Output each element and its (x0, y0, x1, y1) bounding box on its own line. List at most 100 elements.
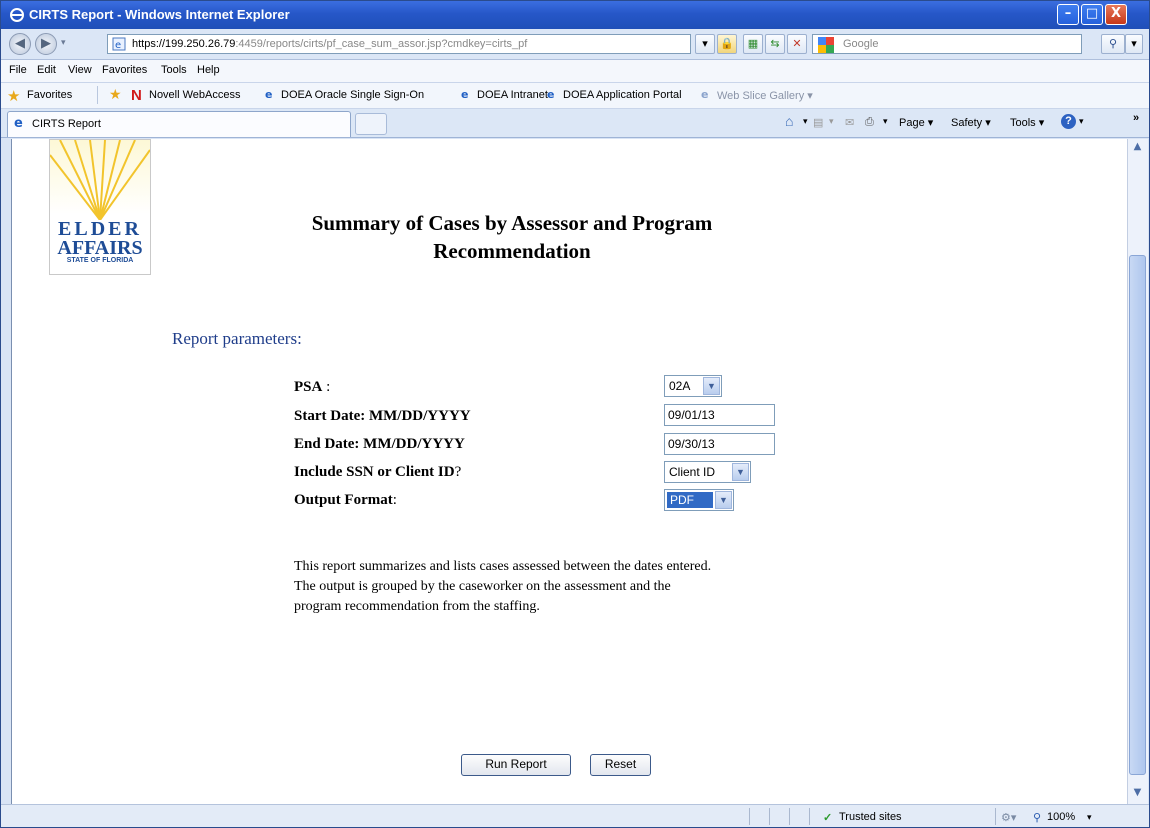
page-title-line2: Recommendation (433, 239, 591, 263)
vertical-scrollbar[interactable]: ▲ ▼ (1127, 139, 1148, 804)
page-content: ELDER AFFAIRS STATE OF FLORIDA Summary o… (11, 139, 1127, 804)
psa-label-text: PSA (294, 379, 323, 395)
minimize-button[interactable]: – (1057, 4, 1079, 25)
safety-menu[interactable]: Safety ▾ (951, 116, 991, 129)
favorite-doea-intranet[interactable]: DOEA Intranet (477, 89, 548, 101)
status-separator (995, 808, 996, 825)
security-zone[interactable]: Trusted sites (839, 811, 902, 823)
ssn-or-client-id-select[interactable]: Client ID ▼ (664, 461, 751, 483)
scrollbar-thumb[interactable] (1129, 255, 1146, 775)
stop-icon: ✕ (792, 37, 802, 50)
svg-text:e: e (115, 40, 121, 51)
page-menu[interactable]: Page ▾ (899, 116, 933, 129)
favorite-doea-application-portal[interactable]: DOEA Application Portal (563, 89, 682, 101)
zoom-level[interactable]: 100% (1047, 811, 1075, 823)
compatibility-icon: ▦ (747, 37, 759, 50)
address-field[interactable]: e https://199.250.26.79:4459/reports/cir… (107, 34, 691, 54)
description-line: The output is grouped by the caseworker … (294, 579, 671, 594)
close-icon: X (1110, 6, 1122, 21)
run-report-button[interactable]: Run Report (461, 754, 571, 776)
tab-label: CIRTS Report (32, 118, 101, 130)
title-bar: CIRTS Report - Windows Internet Explorer… (1, 1, 1149, 29)
back-button[interactable]: ◀ (9, 33, 31, 55)
tools-menu[interactable]: Tools ▾ (1010, 116, 1044, 129)
close-button[interactable]: X (1105, 4, 1127, 25)
output-format-select[interactable]: PDF ▼ (664, 489, 734, 511)
favorite-web-slice-gallery[interactable]: Web Slice Gallery ▾ (717, 89, 813, 102)
novell-icon: N (131, 87, 142, 104)
compatibility-view-button[interactable]: ▦ (743, 34, 763, 54)
menu-tools[interactable]: Tools (161, 64, 187, 76)
ssn-or-client-id-value: Client ID (669, 465, 716, 479)
help-dropdown[interactable]: ▾ (1079, 116, 1084, 127)
psa-value: 02A (669, 379, 691, 393)
menu-file[interactable]: File (9, 64, 27, 76)
logo-line-state: STATE OF FLORIDA (66, 257, 134, 264)
search-button[interactable]: ⚲ (1101, 34, 1125, 54)
menu-edit[interactable]: Edit (37, 64, 56, 76)
forward-button[interactable]: ▶ (35, 33, 57, 55)
address-dropdown-button[interactable]: ▾ (695, 34, 715, 54)
search-options-button[interactable]: ▾ (1125, 34, 1143, 54)
print-dropdown[interactable]: ▾ (883, 116, 888, 127)
scroll-up-icon[interactable]: ▲ (1130, 141, 1145, 156)
menu-help[interactable]: Help (197, 64, 220, 76)
favorites-bar: ★ Favorites ★ N Novell WebAccess e DOEA … (1, 83, 1149, 109)
psa-select[interactable]: 02A ▼ (664, 375, 722, 397)
favorite-doea-oracle-sso[interactable]: DOEA Oracle Single Sign-On (281, 89, 424, 101)
end-date-input[interactable]: 09/30/13 (664, 433, 775, 455)
lock-icon: 🔒 (720, 37, 734, 50)
home-icon[interactable]: ⌂ (785, 113, 793, 129)
maximize-button[interactable]: □ (1081, 4, 1103, 25)
new-tab-button[interactable] (355, 113, 387, 135)
protected-mode-icon[interactable]: ⚙▾ (1001, 811, 1016, 824)
feeds-dropdown[interactable]: ▾ (829, 116, 834, 127)
page-title: Summary of Cases by Assessor and Program… (212, 209, 812, 265)
tab-cirts-report[interactable]: e CIRTS Report (7, 111, 351, 137)
report-parameters-heading: Report parameters: (172, 329, 302, 348)
reset-button[interactable]: Reset (590, 754, 651, 776)
home-dropdown[interactable]: ▾ (803, 116, 808, 127)
mail-icon[interactable]: ✉ (845, 116, 854, 129)
zoom-dropdown[interactable]: ▾ (1087, 812, 1092, 823)
search-box[interactable]: Google (812, 34, 1082, 54)
window-title: CIRTS Report - Windows Internet Explorer (29, 7, 290, 22)
favorites-star-icon: ★ (7, 87, 21, 105)
stop-button[interactable]: ✕ (787, 34, 807, 54)
zoom-icon: ⚲ (1033, 812, 1042, 824)
browser-window: CIRTS Report - Windows Internet Explorer… (0, 0, 1150, 828)
recent-pages-dropdown[interactable]: ▾ (61, 38, 66, 48)
psa-label: PSA : (294, 379, 330, 396)
end-date-label-text: End Date: MM/DD/YYYY (294, 436, 465, 452)
psa-label-suffix: : (322, 379, 331, 395)
favorites-button[interactable]: Favorites (27, 89, 72, 101)
page-title-line1: Summary of Cases by Assessor and Program (311, 211, 713, 235)
start-date-label: Start Date: MM/DD/YYYY (294, 408, 471, 425)
help-icon[interactable]: ? (1061, 114, 1076, 129)
report-description: This report summarizes and lists cases a… (294, 557, 834, 617)
description-line: program recommendation from the staffing… (294, 599, 540, 614)
add-favorite-icon[interactable]: ★ (109, 87, 122, 103)
status-separator (809, 808, 810, 825)
print-icon[interactable]: ⎙ (865, 116, 874, 129)
scroll-down-icon[interactable]: ▼ (1130, 787, 1145, 802)
favorite-novell-webaccess[interactable]: Novell WebAccess (149, 89, 241, 101)
output-format-label-text: Output Format (294, 492, 393, 508)
forward-arrow-icon: ▶ (41, 36, 51, 51)
chevron-down-icon: ▼ (715, 491, 732, 509)
chevron-down-icon: ▼ (732, 463, 749, 481)
url-host: https://199.250.26.79 (132, 38, 236, 50)
search-icon: ⚲ (1108, 37, 1118, 50)
security-lock-button[interactable]: 🔒 (717, 34, 737, 54)
refresh-button[interactable]: ⇆ (765, 34, 785, 54)
status-separator (769, 808, 770, 825)
ie-page-icon: e (701, 88, 709, 101)
more-commands-button[interactable]: » (1133, 112, 1139, 124)
menu-favorites[interactable]: Favorites (102, 64, 147, 76)
page-icon: e (112, 37, 126, 51)
url-text: https://199.250.26.79:4459/reports/cirts… (132, 38, 527, 50)
menu-view[interactable]: View (68, 64, 92, 76)
ssn-label-text: Include SSN or Client ID (294, 464, 455, 480)
start-date-input[interactable]: 09/01/13 (664, 404, 775, 426)
feeds-icon[interactable]: ▤ (813, 116, 823, 129)
